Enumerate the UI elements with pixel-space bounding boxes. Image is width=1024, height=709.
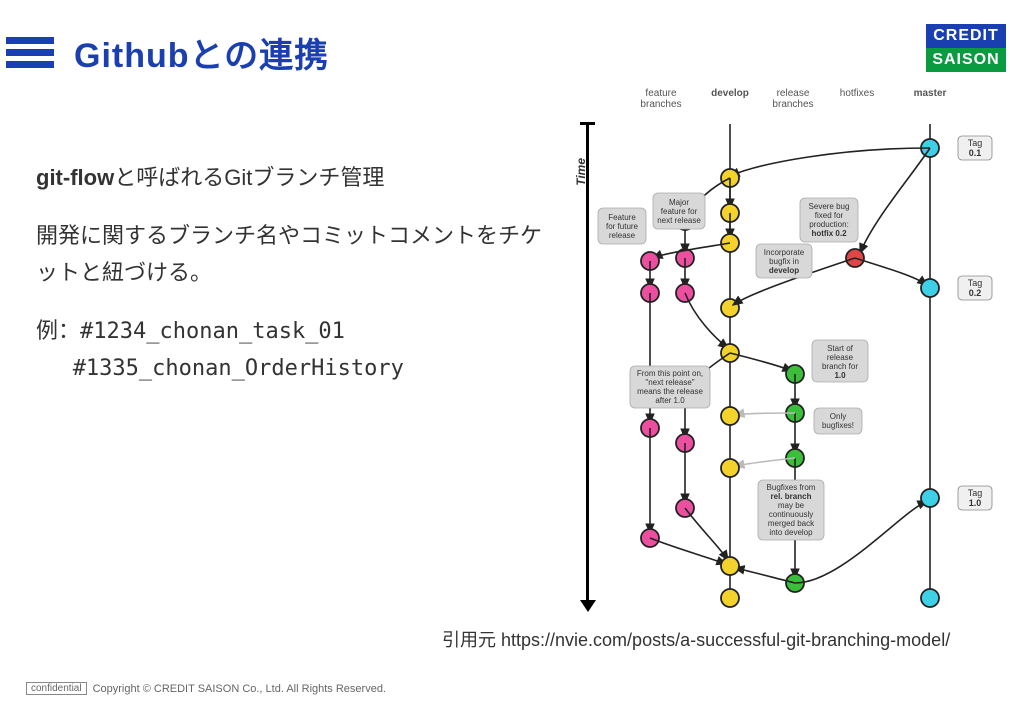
svg-text:1.0: 1.0 xyxy=(969,498,982,508)
svg-text:Incorporate: Incorporate xyxy=(764,248,805,257)
svg-text:1.0: 1.0 xyxy=(834,371,846,380)
svg-text:bugfix in: bugfix in xyxy=(769,257,799,266)
callout-major-feature: Major feature for next release xyxy=(653,193,705,229)
logo-line2: SAISON xyxy=(926,48,1006,72)
svg-text:into develop: into develop xyxy=(769,528,813,537)
svg-text:next release: next release xyxy=(657,216,701,225)
svg-text:feature for: feature for xyxy=(661,207,698,216)
svg-text:0.2: 0.2 xyxy=(969,288,982,298)
callout-feature-future: Feature for future release xyxy=(598,208,646,244)
example-1: #1234_chonan_task_01 xyxy=(80,319,345,344)
svg-text:Tag: Tag xyxy=(968,138,983,148)
svg-text:Only: Only xyxy=(830,412,846,421)
svg-text:for future: for future xyxy=(606,222,639,231)
paragraph-2: 開発に関するブランチ名やコミットコメントをチケットと紐づける。 xyxy=(36,218,556,291)
callout-hotfix: Severe bug fixed for production: hotfix … xyxy=(800,198,858,242)
callout-next-release: From this point on, "next release" means… xyxy=(630,366,710,408)
svg-text:merged back: merged back xyxy=(768,519,815,528)
svg-text:release: release xyxy=(609,231,636,240)
svg-text:rel. branch: rel. branch xyxy=(771,492,812,501)
callout-bugfixes-only: Only bugfixes! xyxy=(814,408,862,434)
page-title: Githubとの連携 xyxy=(74,28,329,77)
svg-text:hotfix 0.2: hotfix 0.2 xyxy=(811,229,847,238)
svg-text:branch for: branch for xyxy=(822,362,858,371)
gitflow-bold: git-flow xyxy=(36,165,114,190)
copyright: Copyright © CREDIT SAISON Co., Ltd. All … xyxy=(93,683,386,695)
svg-text:Tag: Tag xyxy=(968,278,983,288)
svg-text:bugfixes!: bugfixes! xyxy=(822,421,854,430)
svg-text:after 1.0: after 1.0 xyxy=(655,396,685,405)
brand-logo: CREDIT SAISON xyxy=(926,24,1006,72)
svg-text:develop: develop xyxy=(769,266,799,275)
svg-text:fixed for: fixed for xyxy=(815,211,844,220)
callout-merge-back: Bugfixes from rel. branch may be continu… xyxy=(758,480,824,540)
svg-text:Feature: Feature xyxy=(608,213,636,222)
svg-text:Major: Major xyxy=(669,198,689,207)
svg-text:production:: production: xyxy=(809,220,849,229)
svg-text:may be: may be xyxy=(778,501,805,510)
svg-text:"next release": "next release" xyxy=(645,378,694,387)
svg-text:means the release: means the release xyxy=(637,387,703,396)
svg-text:0.1: 0.1 xyxy=(969,148,982,158)
citation: 引用元 https://nvie.com/posts/a-successful-… xyxy=(442,626,950,652)
hamburger-icon xyxy=(6,32,54,73)
svg-text:Bugfixes from: Bugfixes from xyxy=(767,483,816,492)
svg-text:Start of: Start of xyxy=(827,344,854,353)
gitflow-diagram: feature branches develop release branche… xyxy=(580,88,1010,618)
body-text: git-flowと呼ばれるGitブランチ管理 開発に関するブランチ名やコミットコ… xyxy=(36,160,556,409)
example-2: #1335_chonan_OrderHistory xyxy=(73,356,404,381)
svg-text:From this point on,: From this point on, xyxy=(637,369,703,378)
logo-line1: CREDIT xyxy=(926,24,1006,48)
gitflow-rest: と呼ばれるGitブランチ管理 xyxy=(114,165,384,190)
svg-text:Tag: Tag xyxy=(968,488,983,498)
footer: confidential Copyright © CREDIT SAISON C… xyxy=(26,682,386,695)
svg-text:release: release xyxy=(827,353,854,362)
example-label: 例： xyxy=(36,318,80,343)
callout-incorporate: Incorporate bugfix in develop xyxy=(756,244,812,278)
svg-text:Severe bug: Severe bug xyxy=(809,202,850,211)
svg-text:continuously: continuously xyxy=(769,510,813,519)
confidential-badge: confidential xyxy=(26,682,87,695)
flow-svg: Tag 0.1 Tag 0.2 xyxy=(580,88,1010,618)
callout-start-release: Start of release branch for 1.0 xyxy=(812,340,868,382)
